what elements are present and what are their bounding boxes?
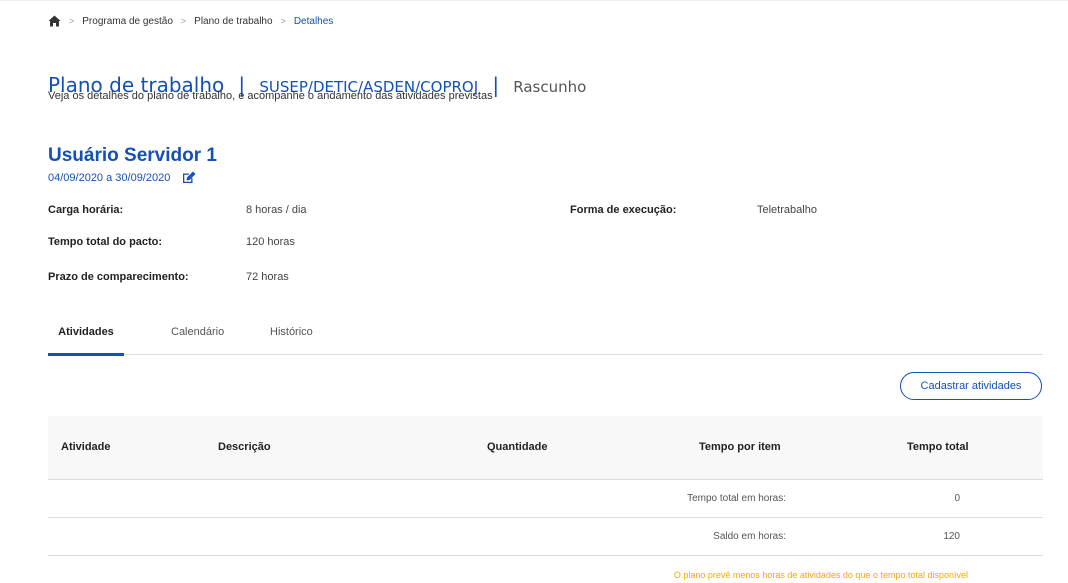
summary-row-saldo: Saldo em horas: 120 [48, 518, 1043, 556]
tempo-label: Tempo total do pacto: [48, 236, 163, 248]
cadastrar-atividades-button[interactable]: Cadastrar atividades [900, 372, 1042, 400]
hours-warning: O plano prevê menos horas de atividades … [673, 570, 968, 580]
breadcrumb-current: Detalhes [293, 15, 334, 27]
breadcrumb-plano[interactable]: Plano de trabalho [194, 16, 272, 27]
top-divider [0, 0, 1068, 1]
col-tempo-item: Tempo por item [699, 441, 781, 453]
col-descricao: Descrição [218, 441, 271, 453]
summary-label: Tempo total em horas: [687, 493, 786, 504]
breadcrumb-programa[interactable]: Programa de gestão [82, 16, 173, 27]
carga-label: Carga horária: [48, 204, 124, 216]
summary-label: Saldo em horas: [713, 531, 786, 542]
edit-icon[interactable] [182, 171, 196, 184]
table-header: Atividade Descrição Quantidade Tempo por… [48, 416, 1043, 480]
prazo-value: 72 horas [246, 271, 289, 283]
carga-value: 8 horas / dia [246, 204, 307, 216]
page-title-status: Rascunho [513, 78, 587, 96]
breadcrumb-separator: > [280, 16, 286, 26]
user-name: Usuário Servidor 1 [48, 145, 217, 166]
tab-calendario[interactable]: Calendário [171, 326, 224, 353]
tempo-value: 120 horas [246, 236, 295, 248]
col-atividade: Atividade [61, 441, 111, 453]
summary-value: 0 [954, 493, 960, 504]
home-icon[interactable] [48, 15, 61, 27]
forma-value: Teletrabalho [757, 204, 817, 216]
period-dates: 04/09/2020 a 30/09/2020 [48, 171, 171, 184]
period-row: 04/09/2020 a 30/09/2020 [48, 171, 196, 184]
col-tempo-total: Tempo total [907, 441, 969, 453]
forma-label: Forma de execução: [570, 204, 677, 216]
prazo-label: Prazo de comparecimento: [48, 271, 189, 283]
tab-historico[interactable]: Histórico [270, 326, 313, 353]
col-quantidade: Quantidade [487, 441, 548, 453]
breadcrumb-separator: > [69, 16, 75, 26]
breadcrumb-separator: > [180, 16, 187, 26]
title-divider: | [492, 73, 500, 97]
summary-row-total: Tempo total em horas: 0 [48, 480, 1043, 518]
breadcrumb: > Programa de gestão > Plano de trabalho… [48, 14, 333, 28]
summary-value: 120 [943, 531, 960, 542]
tab-bar: Atividades Calendário Histórico [48, 320, 1043, 356]
page-subtitle: Veja os detalhes do plano de trabalho, e… [48, 90, 493, 102]
activities-table: Atividade Descrição Quantidade Tempo por… [48, 416, 1043, 556]
tab-atividades[interactable]: Atividades [48, 326, 124, 356]
